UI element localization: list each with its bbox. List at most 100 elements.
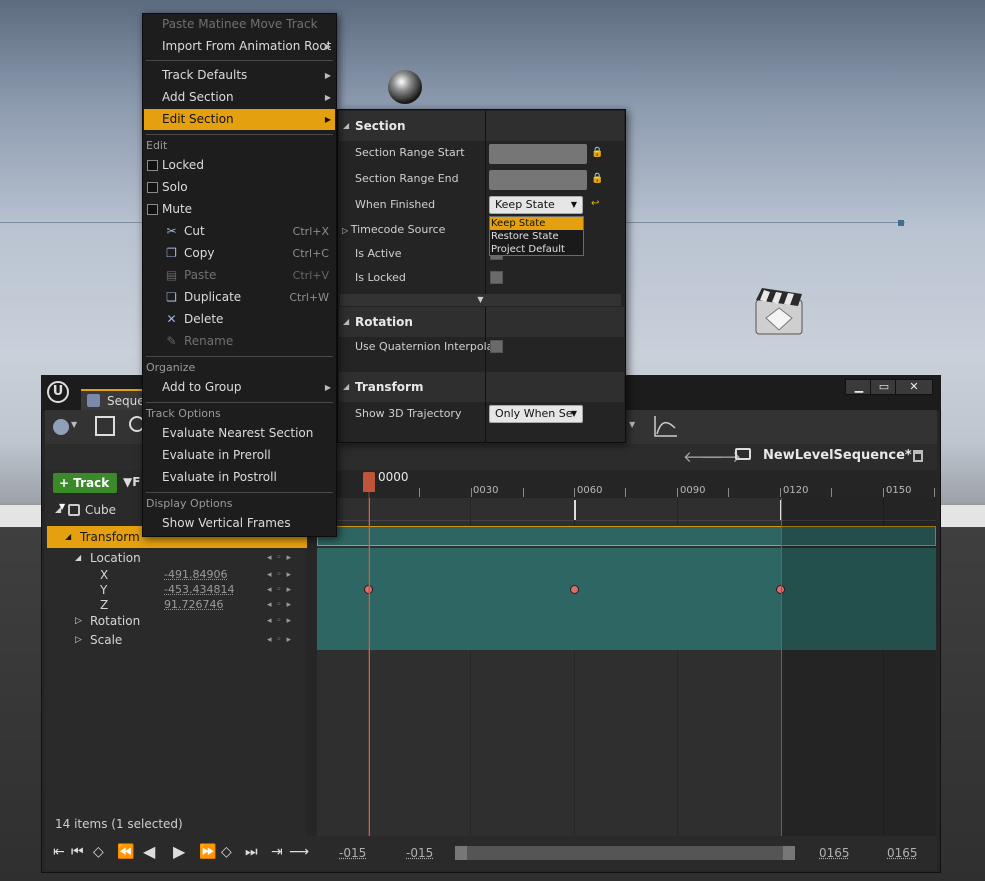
menu-item-cut[interactable]: ✂ Cut Ctrl+X xyxy=(144,221,335,242)
option-project-default[interactable]: Project Default xyxy=(490,243,583,256)
work-end-field[interactable]: 0165 xyxy=(819,846,850,860)
menu-label: Delete xyxy=(184,312,224,326)
curve-editor-icon[interactable] xyxy=(653,414,679,438)
menu-label: Rename xyxy=(184,334,234,348)
lock-icon[interactable]: 🔒 xyxy=(591,147,603,159)
menu-item-evaluate-preroll[interactable]: Evaluate in Preroll xyxy=(144,445,335,466)
collapse-arrow-icon[interactable]: ◢ xyxy=(75,549,81,567)
scrollbar-left-handle[interactable] xyxy=(455,846,467,860)
folder-icon[interactable] xyxy=(735,448,751,460)
current-frame-label: 0000 xyxy=(378,470,409,484)
jump-to-start-icon[interactable]: ⇤ xyxy=(53,844,65,860)
use-quaternion-checkbox[interactable] xyxy=(490,340,503,353)
next-key-icon[interactable]: ◇ xyxy=(221,844,232,860)
column-divider[interactable] xyxy=(485,111,486,295)
play-reverse-icon[interactable]: ◀ xyxy=(143,842,155,861)
maximize-button[interactable]: ▭ xyxy=(870,379,898,395)
playback-end-line[interactable] xyxy=(781,490,782,836)
step-back-icon[interactable]: ⏪ xyxy=(117,844,134,860)
playhead[interactable] xyxy=(363,472,375,492)
menu-item-show-vertical-frames[interactable]: Show Vertical Frames xyxy=(144,513,335,534)
menu-item-duplicate[interactable]: ❏ Duplicate Ctrl+W xyxy=(144,287,335,308)
menu-item-copy[interactable]: ❐ Copy Ctrl+C xyxy=(144,243,335,264)
add-key-icon[interactable]: ◇ xyxy=(93,844,104,860)
loop-icon[interactable]: ⇥ xyxy=(271,844,283,860)
category-section[interactable]: Section xyxy=(339,111,624,141)
dropdown-value: Only When Se xyxy=(495,407,573,420)
minimize-button[interactable]: ▁ xyxy=(845,379,873,395)
tree-row-rotation[interactable]: ▷ Rotation ◂ ◦ ▸ xyxy=(45,612,307,630)
world-icon[interactable] xyxy=(53,419,69,435)
when-finished-options-list: Keep State Restore State Project Default xyxy=(489,216,584,256)
show-3d-trajectory-dropdown[interactable]: Only When Se ▼ xyxy=(489,405,583,423)
key-nav-arrows[interactable]: ◂ ◦ ▸ xyxy=(267,612,292,630)
collapse-arrow-icon[interactable]: ◢ xyxy=(55,501,61,519)
close-button[interactable]: ✕ xyxy=(895,379,933,395)
time-ruler[interactable]: 0030 0060 0090 0120 0150 xyxy=(317,470,936,498)
world-dropdown-caret[interactable]: ▼ xyxy=(71,420,77,429)
use-quaternion-label: Use Quaternion Interpolati xyxy=(355,340,501,353)
jump-to-end-icon[interactable]: ⏭ xyxy=(245,844,258,860)
menu-item-mute[interactable]: Mute xyxy=(144,199,335,220)
filter-button[interactable]: ▼F xyxy=(123,475,140,489)
locked-checkbox[interactable] xyxy=(147,160,158,171)
scrollbar-right-handle[interactable] xyxy=(783,846,795,860)
reset-to-default-icon[interactable]: ↩ xyxy=(591,198,601,209)
section-range-end-field[interactable] xyxy=(489,170,587,190)
is-locked-checkbox[interactable] xyxy=(490,271,503,284)
menu-item-evaluate-nearest[interactable]: Evaluate Nearest Section xyxy=(144,423,335,444)
view-end-field[interactable]: 0165 xyxy=(887,846,918,860)
toolbar-caret[interactable]: ▼ xyxy=(629,420,635,429)
level-sequence-actor-icon[interactable] xyxy=(752,286,806,338)
menu-item-import-animation-root[interactable]: Import From Animation Root ▶ xyxy=(144,36,335,57)
sequence-name[interactable]: NewLevelSequence* xyxy=(763,448,912,463)
sky-sphere-icon[interactable] xyxy=(388,70,422,104)
option-keep-state[interactable]: Keep State xyxy=(490,217,583,230)
advanced-expander[interactable]: ▼ xyxy=(340,294,621,306)
menu-item-paste[interactable]: ▤ Paste Ctrl+V xyxy=(144,265,335,286)
menu-item-solo[interactable]: Solo xyxy=(144,177,335,198)
view-start-field[interactable]: -015 xyxy=(339,846,366,860)
menu-shortcut: Ctrl+X xyxy=(292,225,329,238)
timecode-source-label[interactable]: ▷ Timecode Source xyxy=(342,218,445,242)
menu-item-delete[interactable]: ✕ Delete xyxy=(144,309,335,330)
mute-checkbox[interactable] xyxy=(147,204,158,215)
menu-item-evaluate-postroll[interactable]: Evaluate in Postroll xyxy=(144,467,335,488)
ruler-tick xyxy=(625,488,626,497)
tree-row-scale[interactable]: ▷ Scale ◂ ◦ ▸ xyxy=(45,631,307,649)
menu-item-locked[interactable]: Locked xyxy=(144,155,335,176)
step-forward-icon[interactable]: ⏩ xyxy=(199,844,216,860)
expand-arrow-icon[interactable]: ▷ xyxy=(75,631,82,649)
menu-item-add-section[interactable]: Add Section ▶ xyxy=(144,87,335,108)
menu-item-track-defaults[interactable]: Track Defaults ▶ xyxy=(144,65,335,86)
category-rotation[interactable]: Rotation xyxy=(339,307,624,337)
menu-item-paste-matinee[interactable]: Paste Matinee Move Track xyxy=(144,14,335,35)
menu-item-rename[interactable]: ✎ Rename xyxy=(144,331,335,352)
key-nav-arrows[interactable]: ◂ ◦ ▸ xyxy=(267,549,292,567)
lock-icon[interactable]: 🔒 xyxy=(591,173,603,185)
save-sequence-icon[interactable] xyxy=(95,416,115,436)
range-scrollbar[interactable] xyxy=(455,846,795,860)
tab-sequencer[interactable]: Seque xyxy=(81,389,151,411)
playback-range-icon[interactable]: ⟶ xyxy=(289,844,309,860)
unlock-icon[interactable] xyxy=(913,450,923,462)
option-restore-state[interactable]: Restore State xyxy=(490,230,583,243)
previous-key-icon[interactable]: ⏮ xyxy=(71,844,84,860)
section-range-start-field[interactable] xyxy=(489,144,587,164)
collapse-arrow-icon[interactable]: ◢ xyxy=(65,526,71,548)
keyframe[interactable] xyxy=(570,585,579,594)
viewport-left-bar xyxy=(0,505,41,527)
viewport-gizmo-handle[interactable] xyxy=(898,220,904,226)
when-finished-dropdown[interactable]: Keep State ▼ xyxy=(489,196,583,214)
menu-item-edit-section[interactable]: Edit Section ▶ xyxy=(144,109,335,130)
column-divider[interactable] xyxy=(485,372,486,442)
tree-row-location[interactable]: ◢ Location ◂ ◦ ▸ xyxy=(45,549,307,567)
solo-checkbox[interactable] xyxy=(147,182,158,193)
menu-item-add-to-group[interactable]: Add to Group ▶ xyxy=(144,377,335,398)
category-transform[interactable]: Transform xyxy=(339,372,624,402)
work-start-field[interactable]: -015 xyxy=(406,846,433,860)
add-track-button[interactable]: + Track ▼ xyxy=(53,473,117,511)
expand-arrow-icon[interactable]: ▷ xyxy=(75,612,82,630)
play-icon[interactable]: ▶ xyxy=(173,842,185,861)
key-nav-arrows[interactable]: ◂ ◦ ▸ xyxy=(267,631,292,649)
